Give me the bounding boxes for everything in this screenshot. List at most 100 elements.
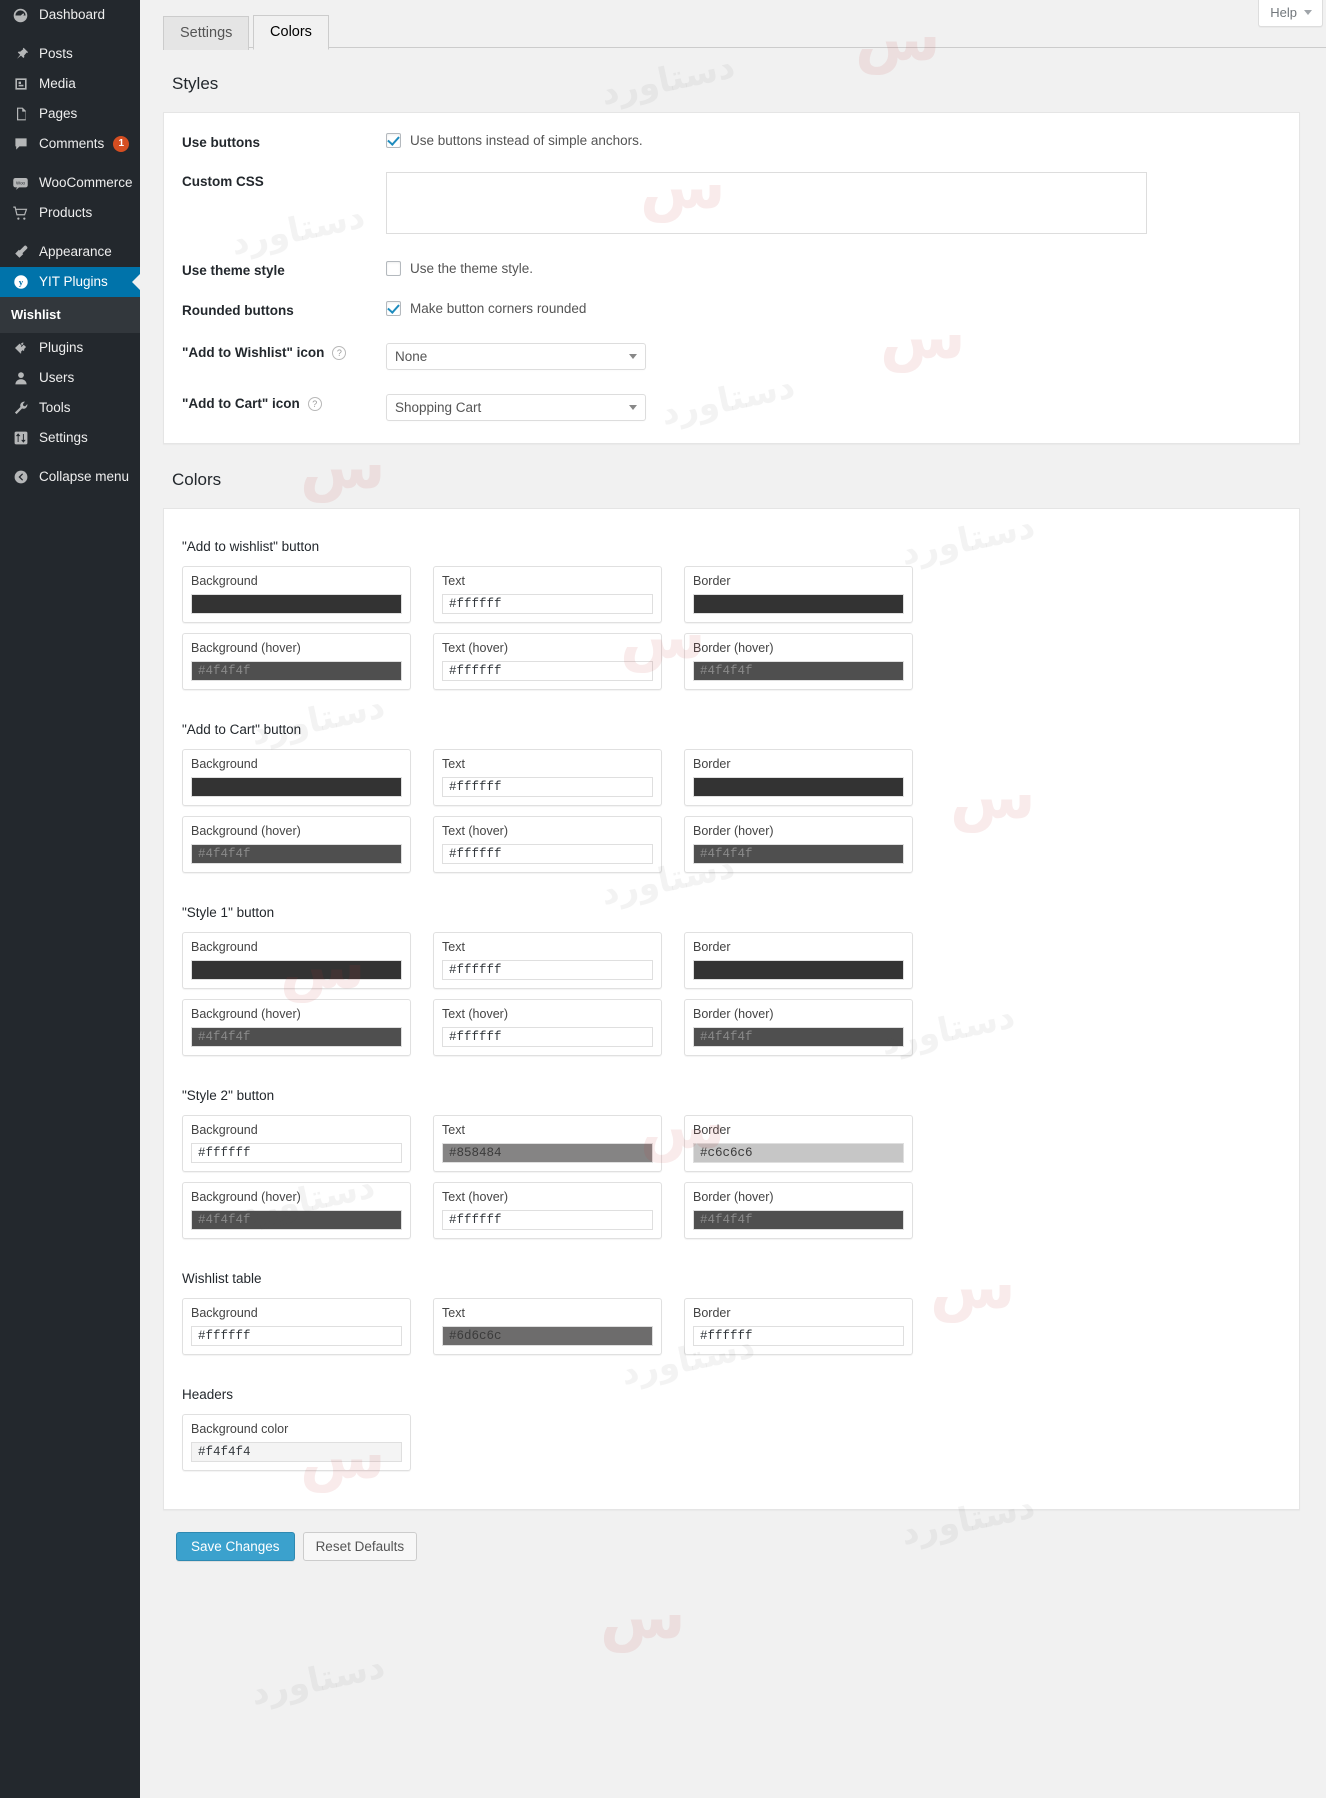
media-icon [11,75,30,94]
use-theme-style-label: Use theme style [182,261,386,278]
sidebar-item-label: YIT Plugins [39,267,108,297]
color-swatch-input[interactable]: #858484 [442,1143,653,1163]
color-swatch-input[interactable]: #ffffff [442,844,653,864]
color-field: Background#ffffff [182,1115,411,1182]
color-field: Border [684,566,913,633]
sidebar-item-label: Users [39,363,74,393]
color-swatch-input[interactable]: #6d6c6c [442,1326,653,1346]
sidebar-item-label: Comments [39,129,104,159]
color-swatch-input[interactable]: #c6c6c6 [693,1143,904,1163]
color-swatch-input[interactable] [693,960,904,980]
color-swatch-input[interactable]: #4f4f4f [693,661,904,681]
color-swatch-input[interactable]: #4f4f4f [693,844,904,864]
help-button[interactable]: Help [1258,0,1323,27]
sidebar-item-pages[interactable]: Pages [0,99,140,129]
sidebar-item-users[interactable]: Users [0,363,140,393]
color-field: Border (hover) #4f4f4f [684,816,913,883]
sidebar-item-label: Tools [39,393,71,423]
save-changes-button[interactable]: Save Changes [176,1532,295,1561]
use-buttons-checkbox[interactable] [386,133,401,148]
help-tooltip-icon[interactable]: ? [332,346,346,360]
color-field: Text#ffffff [433,749,662,816]
sidebar-item-products[interactable]: Products [0,198,140,228]
sidebar-item-tools[interactable]: Tools [0,393,140,423]
color-swatch-input[interactable]: #ffffff [442,1027,653,1047]
sidebar-item-media[interactable]: Media [0,69,140,99]
color-field-caption: Border (hover) [693,824,904,838]
color-swatch-input[interactable]: #4f4f4f [191,661,402,681]
color-swatch-input[interactable]: #ffffff [442,1210,653,1230]
color-field-box: Border (hover)#4f4f4f [684,1182,913,1239]
color-field-box: Border [684,749,913,806]
color-field: Background#ffffff [182,1298,411,1365]
color-field-box: Background (hover)#4f4f4f [182,633,411,690]
color-swatch-input[interactable] [693,594,904,614]
color-swatch-input[interactable]: #4f4f4f [191,844,402,864]
color-swatch-input[interactable]: #ffffff [191,1143,402,1163]
tab-colors[interactable]: Colors [253,15,329,50]
chevron-down-icon [629,405,637,410]
sidebar-item-appearance[interactable]: Appearance [0,237,140,267]
color-group: Wishlist tableBackground#ffffffText#6d6c… [164,1249,1299,1365]
cart-icon-select[interactable]: Shopping Cart [386,394,646,421]
cart-icon [11,204,30,223]
sidebar-item-posts[interactable]: Posts [0,39,140,69]
sidebar-item-settings[interactable]: Settings [0,423,140,453]
color-field-box: Background [182,566,411,623]
tab-settings[interactable]: Settings [163,16,249,50]
color-field-caption: Text [442,574,653,588]
help-panel-toggle[interactable]: Help [1258,0,1323,27]
rounded-buttons-checkbox[interactable] [386,301,401,316]
color-swatch-input[interactable] [191,594,402,614]
sidebar-item-dashboard[interactable]: Dashboard [0,0,140,30]
sidebar-item-label: Appearance [39,237,112,267]
pin-icon [11,45,30,64]
color-swatch-input[interactable]: #ffffff [442,777,653,797]
color-swatch-input[interactable] [191,777,402,797]
color-swatch-input[interactable]: #4f4f4f [693,1027,904,1047]
cart-icon-label-wrap: "Add to Cart" icon ? [182,394,386,411]
color-field: Border#c6c6c6 [684,1115,913,1182]
color-swatch-input[interactable]: #ffffff [442,661,653,681]
color-field-box: Text#ffffff [433,749,662,806]
color-field-row: Background (hover)#4f4f4fText (hover)#ff… [164,816,1299,883]
color-swatch-input[interactable]: #ffffff [442,960,653,980]
color-group: "Add to wishlist" buttonBackgroundText#f… [164,539,1299,700]
sidebar-subitem-wishlist[interactable]: Wishlist [0,304,140,325]
yith-icon: y [11,273,30,292]
sidebar-item-comments[interactable]: Comments1 [0,129,140,159]
color-field-caption: Border [693,940,904,954]
custom-css-textarea[interactable] [386,172,1147,234]
color-swatch-input[interactable]: #ffffff [191,1326,402,1346]
sidebar-item-collapse-menu[interactable]: Collapse menu [0,462,140,492]
color-swatch-input[interactable]: #4f4f4f [191,1027,402,1047]
cart-icon-label: "Add to Cart" icon [182,396,300,411]
color-swatch-input[interactable] [693,777,904,797]
reset-defaults-button[interactable]: Reset Defaults [303,1532,418,1561]
sidebar-item-woocommerce[interactable]: WooWooCommerce [0,168,140,198]
color-field: Background [182,749,411,816]
sidebar-item-yit-plugins[interactable]: y YIT Plugins [0,267,140,297]
color-swatch-input[interactable]: #ffffff [693,1326,904,1346]
chevron-down-icon [1304,10,1312,15]
admin-sidebar: Dashboard PostsMediaPagesComments1 WooWooC… [0,0,140,1798]
color-swatch-input[interactable] [191,960,402,980]
row-cart-icon: "Add to Cart" icon ? Shopping Cart [164,394,1299,421]
color-swatch-input[interactable]: #4f4f4f [191,1210,402,1230]
wishlist-icon-select[interactable]: None [386,343,646,370]
color-swatch-input[interactable]: #f4f4f4 [191,1442,402,1462]
comments-icon [11,135,30,154]
color-swatch-input[interactable]: #ffffff [442,594,653,614]
sidebar-item-plugins[interactable]: Plugins [0,333,140,363]
use-theme-style-checkbox[interactable] [386,261,401,276]
colors-section-title: Colors [163,444,1300,508]
woocommerce-icon: Woo [11,174,30,193]
help-tooltip-icon[interactable]: ? [308,397,322,411]
color-swatch-input[interactable]: #4f4f4f [693,1210,904,1230]
row-rounded-buttons: Rounded buttons Make button corners roun… [164,301,1299,343]
color-field-caption: Text (hover) [442,1190,653,1204]
color-field-box: Border [684,932,913,989]
color-field-box: Text#ffffff [433,932,662,989]
color-field: Background [182,566,411,633]
row-custom-css: Custom CSS [164,172,1299,261]
